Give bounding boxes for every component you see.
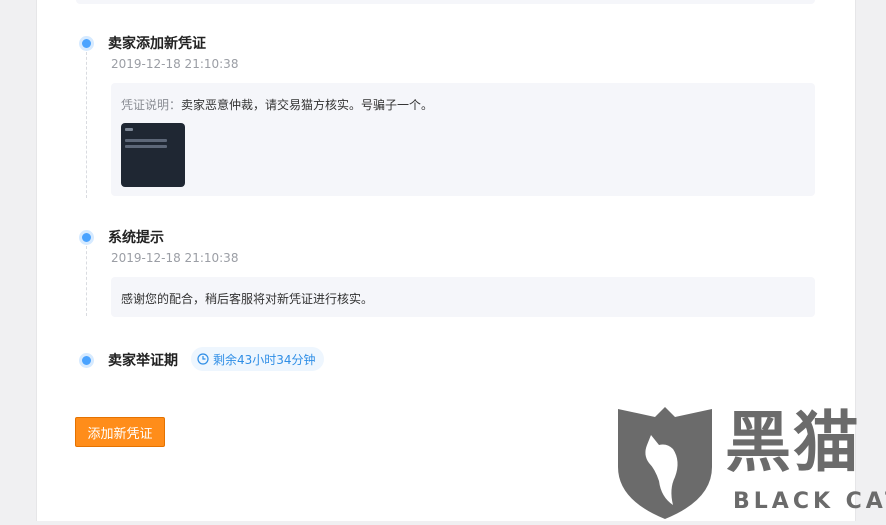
- thumbnail-detail: [125, 145, 167, 148]
- black-cat-shield-icon: [618, 407, 712, 519]
- timeline-connector: [86, 52, 87, 198]
- evidence-description: 凭证说明：卖家恶意仲裁，请交易猫方核实。号骗子一个。: [121, 96, 433, 113]
- system-message-card: 感谢您的配合，稍后客服将对新凭证进行核实。: [111, 277, 815, 317]
- system-message-text: 感谢您的配合，稍后客服将对新凭证进行核实。: [121, 292, 374, 306]
- remaining-time-text: 剩余43小时34分钟: [213, 352, 316, 367]
- previous-card-edge: [76, 0, 815, 4]
- timeline-dot: [79, 353, 94, 368]
- event-title: 卖家添加新凭证: [108, 36, 206, 52]
- event-time: 2019-12-18 21:10:38: [111, 251, 239, 265]
- event-time: 2019-12-18 21:10:38: [111, 57, 239, 71]
- thumbnail-detail: [125, 139, 167, 142]
- evidence-description-label: 凭证说明：: [121, 98, 182, 112]
- watermark-logo-text: 黑猫: [725, 404, 861, 481]
- watermark-sub-text: BLACK CAT: [733, 489, 886, 514]
- black-cat-watermark: 黑猫 BLACK CAT: [615, 405, 886, 521]
- clock-icon: [197, 353, 209, 365]
- evidence-thumbnail[interactable]: [121, 123, 185, 187]
- thumbnail-detail: [125, 128, 133, 131]
- add-evidence-button[interactable]: 添加新凭证: [75, 417, 165, 447]
- event-title: 卖家举证期: [108, 353, 178, 369]
- timeline-dot: [79, 36, 94, 51]
- evidence-description-text: 卖家恶意仲裁，请交易猫方核实。号骗子一个。: [181, 98, 434, 112]
- timeline-dot: [79, 230, 94, 245]
- timeline-connector: [86, 246, 87, 316]
- evidence-card: 凭证说明：卖家恶意仲裁，请交易猫方核实。号骗子一个。: [111, 83, 815, 196]
- remaining-time-badge: 剩余43小时34分钟: [191, 347, 324, 371]
- event-title: 系统提示: [108, 230, 164, 246]
